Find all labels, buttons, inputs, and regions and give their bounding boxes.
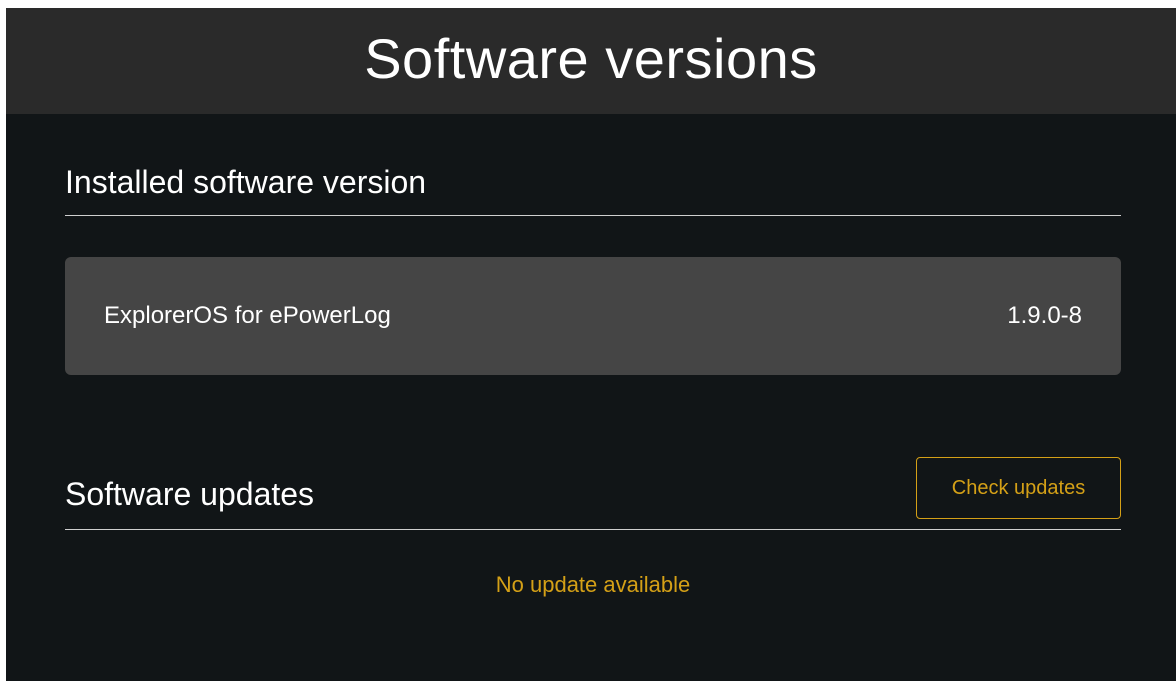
updates-section-divider [65, 529, 1121, 530]
software-name: ExplorerOS for ePowerLog [104, 302, 391, 329]
check-updates-button[interactable]: Check updates [916, 457, 1121, 519]
installed-section-divider [65, 215, 1121, 216]
installed-section-heading: Installed software version [65, 164, 427, 200]
page-header: Software versions [6, 8, 1176, 114]
software-version: 1.9.0-8 [1007, 302, 1082, 329]
updates-section-heading: Software updates [65, 476, 315, 512]
software-versions-page: Software versions Installed software ver… [6, 8, 1176, 681]
update-status-text: No update available [495, 572, 691, 597]
installed-version-card: ExplorerOS for ePowerLog 1.9.0-8 [65, 257, 1121, 375]
page-title: Software versions [364, 26, 818, 90]
